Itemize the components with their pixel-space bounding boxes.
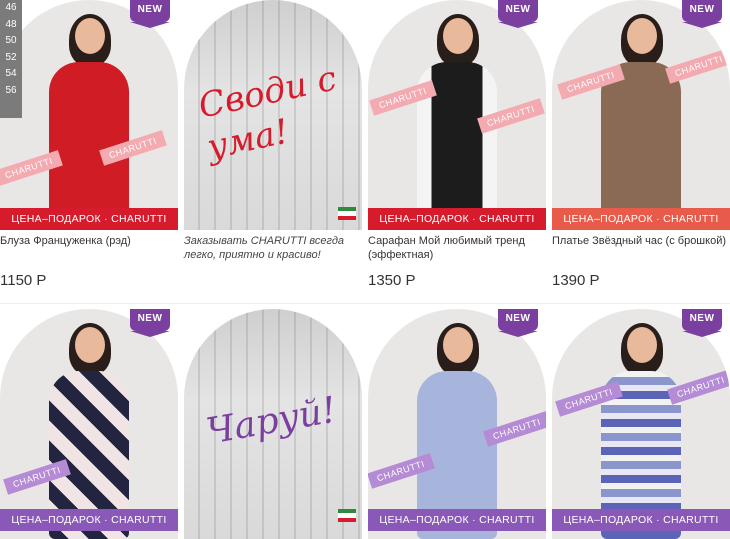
row-divider — [0, 303, 730, 304]
model-figure — [593, 14, 689, 230]
product-card[interactable]: CHARUTTI CHARUTTI ЦЕНА–ПОДАРОК · CHARUTT… — [0, 0, 178, 300]
new-badge: NEW — [682, 0, 722, 28]
promo-strip: ЦЕНА–ПОДАРОК · CHARUTTI — [552, 208, 730, 230]
product-price: 1350 Р — [368, 272, 416, 289]
product-price: 1150 Р — [0, 272, 47, 289]
promo-image: Своди с ума! — [184, 0, 362, 230]
product-image[interactable]: CHARUTTI CHARUTTI ЦЕНА–ПОДАРОК · CHARUTT… — [368, 0, 546, 230]
product-image[interactable]: CHARUTTI CHARUTTI ЦЕНА–ПОДАРОК · CHARUTT… — [552, 0, 730, 230]
promo-card[interactable]: Своди с ума! Заказывать CHARUTTI всегда … — [184, 0, 362, 300]
size-list: 46 48 50 52 54 56 — [0, 0, 22, 118]
product-card[interactable]: CHARUTTI CHARUTTI ЦЕНА–ПОДАРОК · CHARUTT… — [368, 309, 546, 539]
promo-strip: ЦЕНА–ПОДАРОК · CHARUTTI — [368, 208, 546, 230]
new-badge: NEW — [130, 0, 170, 28]
new-badge: NEW — [682, 309, 722, 337]
promo-strip: ЦЕНА–ПОДАРОК · CHARUTTI — [0, 509, 178, 531]
promo-strip: ЦЕНА–ПОДАРОК · CHARUTTI — [552, 509, 730, 531]
product-card[interactable]: CHARUTTI ЦЕНА–ПОДАРОК · CHARUTTI NEW — [0, 309, 178, 539]
product-name[interactable]: Сарафан Мой любимый тренд (эффектная) — [368, 234, 546, 262]
promo-caption: Заказывать CHARUTTI всегда легко, приятн… — [184, 235, 345, 261]
flag-icon — [338, 509, 356, 522]
new-badge: NEW — [130, 309, 170, 337]
promo-strip: ЦЕНА–ПОДАРОК · CHARUTTI — [0, 208, 178, 230]
size-option[interactable]: 48 — [0, 17, 22, 34]
model-figure — [41, 14, 137, 230]
model-figure — [593, 323, 689, 539]
new-badge: NEW — [498, 309, 538, 337]
size-option[interactable]: 56 — [0, 83, 22, 100]
size-option[interactable]: 46 — [0, 0, 22, 17]
product-card[interactable]: CHARUTTI CHARUTTI ЦЕНА–ПОДАРОК · CHARUTT… — [368, 0, 546, 300]
size-option[interactable]: 50 — [0, 33, 22, 50]
product-image[interactable]: CHARUTTI ЦЕНА–ПОДАРОК · CHARUTTI — [0, 309, 178, 539]
product-name[interactable]: Блуза Француженка (рэд) — [0, 234, 178, 248]
model-figure — [41, 323, 137, 539]
flag-icon — [338, 207, 356, 220]
product-card[interactable]: CHARUTTI CHARUTTI ЦЕНА–ПОДАРОК · CHARUTT… — [552, 309, 730, 539]
promo-card[interactable]: Чаруй! — [184, 309, 362, 539]
size-option[interactable]: 52 — [0, 50, 22, 67]
promo-strip: ЦЕНА–ПОДАРОК · CHARUTTI — [368, 509, 546, 531]
product-card[interactable]: CHARUTTI CHARUTTI ЦЕНА–ПОДАРОК · CHARUTT… — [552, 0, 730, 300]
promo-image: Чаруй! — [184, 309, 362, 539]
product-name[interactable]: Платье Звёздный час (с брошкой) — [552, 234, 730, 248]
product-image[interactable]: CHARUTTI CHARUTTI ЦЕНА–ПОДАРОК · CHARUTT… — [0, 0, 178, 230]
new-badge: NEW — [498, 0, 538, 28]
size-option[interactable]: 54 — [0, 66, 22, 83]
product-price: 1390 Р — [552, 272, 600, 289]
product-image[interactable]: CHARUTTI CHARUTTI ЦЕНА–ПОДАРОК · CHARUTT… — [368, 309, 546, 539]
product-image[interactable]: CHARUTTI CHARUTTI ЦЕНА–ПОДАРОК · CHARUTT… — [552, 309, 730, 539]
